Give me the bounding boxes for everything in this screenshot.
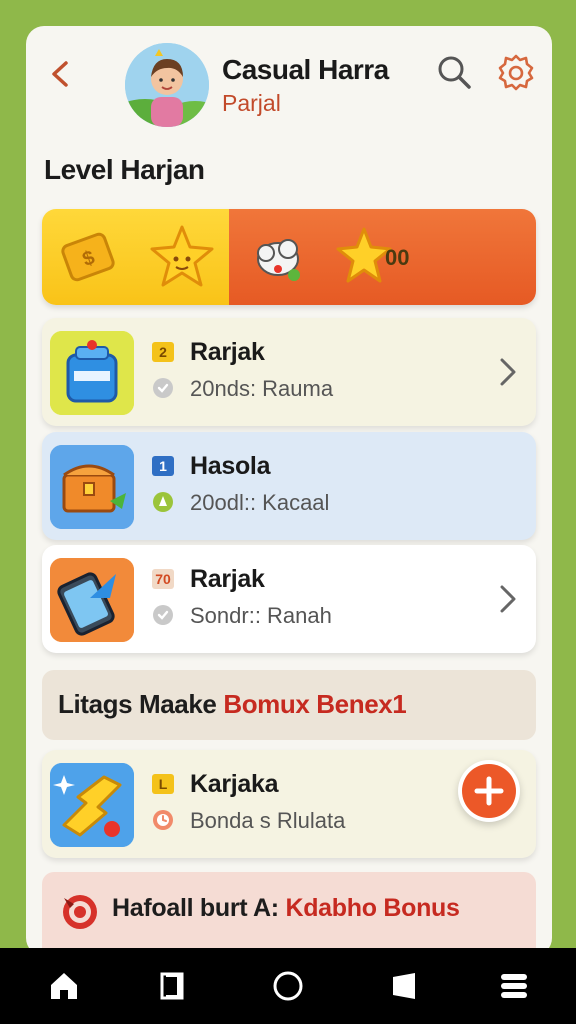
item-title: Rarjak xyxy=(190,565,265,593)
promo-label: Litags Maake xyxy=(58,689,217,719)
nav-home-button[interactable] xyxy=(44,966,84,1006)
item-meta: 20odl:: Kacaal xyxy=(190,490,330,515)
settings-button[interactable] xyxy=(496,52,536,92)
home-icon xyxy=(51,973,77,999)
list-item[interactable]: 2 Rarjak 20nds: Rauma xyxy=(42,318,536,426)
add-button-inner xyxy=(462,764,516,818)
bonus-label: Hafoall burt A: xyxy=(112,894,279,922)
list-item[interactable]: 1 Hasola 20odl:: Kacaal xyxy=(42,432,536,540)
list-item[interactable]: 70 Rarjak Sondr:: Ranah xyxy=(42,545,536,653)
promo-accent: Bomux Benex1 xyxy=(223,689,407,719)
bonus-accent: Kdabho Bonus xyxy=(285,894,460,922)
clock-icon xyxy=(153,378,173,398)
item-icon xyxy=(50,331,134,415)
item-badge: L xyxy=(152,774,174,794)
plus-icon xyxy=(474,776,504,806)
item-title: Rarjak xyxy=(190,338,265,366)
gear-icon xyxy=(498,54,534,91)
item-badge: 70 xyxy=(152,569,174,589)
clock-icon xyxy=(153,810,173,830)
item-title: Karjaka xyxy=(190,770,279,798)
search-icon xyxy=(438,56,471,89)
back-button[interactable] xyxy=(46,56,74,92)
promo-text: Litags Maake Bomux Benex1 xyxy=(58,689,407,720)
chevron-right-icon[interactable] xyxy=(496,581,520,617)
section-title: Level Harjan xyxy=(44,154,205,185)
nav-menu-button[interactable] xyxy=(494,966,534,1006)
coin-tag-icon: $ xyxy=(61,232,115,282)
item-meta: Bonda s Rlulata xyxy=(190,808,346,833)
tablet-icon xyxy=(50,558,134,642)
back-icon xyxy=(393,973,415,999)
item-icon xyxy=(50,445,134,529)
recents-icon xyxy=(160,972,184,1000)
avatar[interactable] xyxy=(125,43,209,127)
clock-icon xyxy=(153,605,173,625)
item-badge: 2 xyxy=(152,342,174,362)
item-icon xyxy=(50,763,134,847)
item-badge: 1 xyxy=(152,456,174,476)
app-subtitle: Parjal xyxy=(222,90,281,116)
main-card: Casual Harra Parjal Level Harjan $ 00 2 … xyxy=(26,26,552,956)
add-button[interactable] xyxy=(458,760,520,822)
nav-recents-button[interactable] xyxy=(152,966,192,1006)
puzzle-bolt-icon xyxy=(50,763,134,847)
water-jug-icon xyxy=(50,331,134,415)
chevron-left-icon xyxy=(52,61,68,87)
cloud-icon xyxy=(257,239,300,281)
level-banner[interactable]: $ 00 xyxy=(42,209,536,305)
bonus-text: Hafoall burt A: Kdabho Bonus xyxy=(112,894,460,923)
treasure-chest-icon xyxy=(50,445,134,529)
circle-home-icon xyxy=(273,971,303,1001)
target-icon xyxy=(63,895,97,929)
system-nav-bar xyxy=(0,948,576,1024)
app-title: Casual Harra xyxy=(222,54,389,85)
item-meta: 20nds: Rauma xyxy=(190,376,334,401)
item-title: Hasola xyxy=(190,452,271,480)
item-icon xyxy=(50,558,134,642)
chevron-right-icon[interactable] xyxy=(496,354,520,390)
nav-back-button[interactable] xyxy=(384,966,424,1006)
star-icon xyxy=(150,225,214,287)
banner-score: 00 xyxy=(385,245,410,270)
nav-circle-button[interactable] xyxy=(268,966,308,1006)
item-meta: Sondr:: Ranah xyxy=(190,603,332,628)
leaf-icon xyxy=(153,492,173,512)
search-button[interactable] xyxy=(434,52,474,92)
menu-icon xyxy=(501,974,527,998)
promo-banner[interactable]: Litags Maake Bomux Benex1 xyxy=(42,670,536,740)
bonus-banner[interactable]: Hafoall burt A: Kdabho Bonus xyxy=(42,872,536,956)
